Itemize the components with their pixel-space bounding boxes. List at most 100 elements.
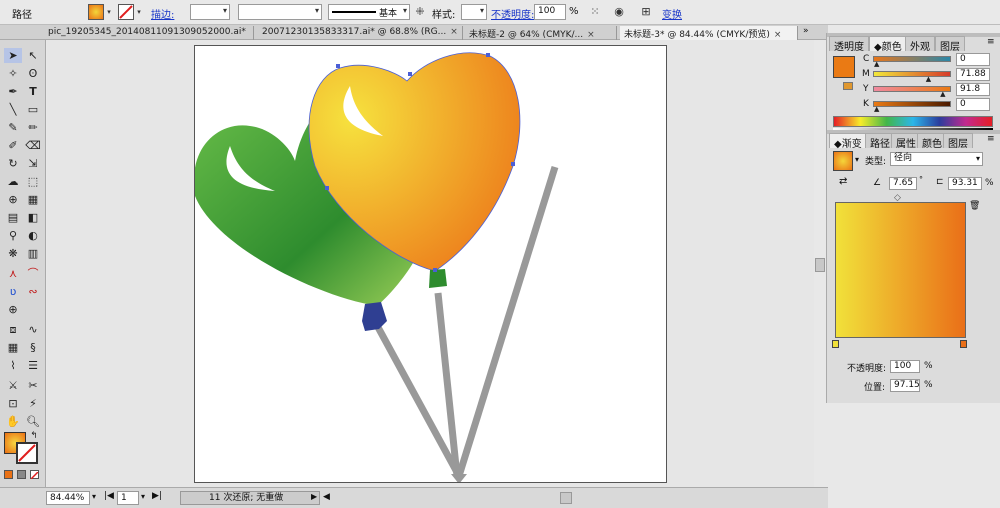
color-spectrum-ramp[interactable]: [833, 116, 993, 127]
gradient-angle-field[interactable]: 7.65: [889, 177, 917, 190]
shape-builder-tool-icon[interactable]: ⊕: [4, 192, 22, 207]
column-graph-tool-icon[interactable]: ▥: [24, 246, 42, 261]
recolor-icon[interactable]: ⁜: [413, 4, 427, 20]
gradient-stop-start[interactable]: [832, 340, 839, 348]
list-tool-icon[interactable]: ☰: [24, 358, 42, 373]
selection-tool-icon[interactable]: ➤: [4, 48, 22, 63]
trash-icon[interactable]: 🗑︎: [969, 201, 980, 211]
transform-grid-icon[interactable]: ⊞: [636, 4, 656, 20]
none-mode-icon[interactable]: [30, 470, 39, 480]
opacity-link[interactable]: 不透明度:: [491, 6, 534, 21]
yellow-slider[interactable]: ▲: [873, 86, 951, 98]
tab-document-3[interactable]: 未标题-2 @ 64% (CMYK/... ×: [465, 26, 617, 40]
reverse-gradient-icon[interactable]: ⇄: [839, 176, 847, 187]
variable-width-field[interactable]: ▾: [238, 4, 322, 20]
paintbrush-tool-icon[interactable]: ✎: [4, 120, 22, 135]
stop-location-field[interactable]: 97.15: [890, 379, 920, 392]
horizontal-scrollbar-thumb[interactable]: [560, 492, 572, 504]
tab-gradient[interactable]: ◆渐变: [829, 133, 867, 150]
stroke-weight-field[interactable]: ▾: [190, 4, 230, 20]
out-of-gamut-icon[interactable]: [843, 82, 853, 90]
scissors-tool-icon[interactable]: ✂: [24, 378, 42, 393]
knife-tool-icon[interactable]: ⚡: [24, 396, 42, 411]
blob-brush-tool-icon[interactable]: ✐: [4, 138, 22, 153]
tab-transparency[interactable]: 透明度: [829, 36, 869, 53]
artboard[interactable]: [193, 45, 667, 484]
hand-tool-icon[interactable]: ✋: [4, 414, 22, 429]
scroll-left-icon[interactable]: ◀: [323, 492, 330, 502]
black-value-field[interactable]: 0: [956, 98, 990, 111]
magenta-slider[interactable]: ▲: [873, 71, 951, 83]
slider-marker-icon[interactable]: ▲: [926, 76, 931, 83]
anchor-point[interactable]: [325, 186, 329, 190]
curve-tool-icon[interactable]: ⌒: [24, 266, 42, 281]
anchor-tool-icon[interactable]: ⋏: [4, 266, 22, 281]
direct-selection-tool-icon[interactable]: ↖: [24, 48, 42, 63]
slider-marker-icon[interactable]: ▲: [874, 106, 879, 113]
symbol-sprayer-tool-icon[interactable]: ❋: [4, 246, 22, 261]
warp-tool-icon[interactable]: ☁: [4, 174, 22, 189]
tab-appearance[interactable]: 外观: [905, 36, 935, 53]
swap-colors-icon[interactable]: ↰: [28, 429, 40, 444]
tab-overflow-icon[interactable]: »: [803, 26, 809, 36]
stroke-dropdown-icon[interactable]: ▾: [135, 4, 143, 20]
artboard-number-field[interactable]: 1: [117, 491, 139, 505]
black-slider[interactable]: ▲: [873, 101, 951, 113]
distort-tool-icon[interactable]: §: [24, 340, 42, 355]
eyedropper-tool-icon[interactable]: ⚲: [4, 228, 22, 243]
cyan-value-field[interactable]: 0: [956, 53, 990, 66]
slice-tool-icon[interactable]: ⚔: [4, 378, 22, 393]
zoom-field[interactable]: 84.44%: [46, 491, 90, 505]
gradient-annotator-preview[interactable]: [835, 202, 966, 338]
panel-menu-icon[interactable]: ≡: [987, 37, 995, 47]
fill-swatch[interactable]: [88, 4, 104, 20]
tab-layers[interactable]: 图层: [935, 36, 965, 53]
gradient-stop-end[interactable]: [960, 340, 967, 348]
panel-menu-icon[interactable]: ≡: [987, 134, 995, 144]
style-field[interactable]: ▾: [461, 4, 487, 20]
tab-document-2[interactable]: 20071230135833317.ai* @ 68.8% (RG... ×: [258, 26, 463, 40]
chevron-down-icon[interactable]: ▾: [141, 492, 145, 501]
anchor-point[interactable]: [486, 53, 490, 57]
anchor-point[interactable]: [511, 162, 515, 166]
gradient-mode-icon[interactable]: [17, 470, 26, 479]
envelope-tool-icon[interactable]: ∿: [24, 322, 42, 337]
color-mode-icon[interactable]: [4, 470, 13, 479]
magic-wand-tool-icon[interactable]: ✧: [4, 66, 22, 81]
anchor-point[interactable]: [433, 268, 437, 272]
chevron-down-icon[interactable]: ▾: [92, 492, 96, 501]
next-artboard-icon[interactable]: ▶|: [152, 491, 162, 501]
anchor-point[interactable]: [408, 72, 412, 76]
tab-layers-2[interactable]: 图层: [943, 133, 973, 150]
stop-opacity-field[interactable]: 100: [890, 360, 920, 373]
transform-link[interactable]: 变换: [662, 6, 682, 21]
status-menu-icon[interactable]: ▶: [311, 492, 317, 501]
pencil-tool-icon[interactable]: ✏: [24, 120, 42, 135]
artboard-tool-icon[interactable]: ⊡: [4, 396, 22, 411]
live-paint-tool-icon[interactable]: ▦: [24, 192, 42, 207]
color-fill-swatch[interactable]: [833, 56, 855, 78]
globe-icon[interactable]: ◉: [610, 4, 628, 20]
zoom-tool-icon[interactable]: 🔍︎: [24, 414, 42, 429]
chevron-down-icon[interactable]: ▾: [855, 155, 859, 164]
eraser-tool-icon[interactable]: ⌫: [24, 138, 42, 153]
free-transform-tool-icon[interactable]: ⬚: [24, 174, 42, 189]
rotate-tool-icon[interactable]: ↻: [4, 156, 22, 171]
cyan-slider[interactable]: ▲: [873, 56, 951, 68]
grid-tool-icon[interactable]: ▦: [4, 340, 22, 355]
tab-document-1[interactable]: pic_19205345_20140811091309052000.ai*: [44, 26, 254, 40]
close-icon[interactable]: ×: [450, 27, 458, 37]
anchor-point[interactable]: [336, 64, 340, 68]
convert-anchor-tool-icon[interactable]: ʋ: [4, 284, 22, 299]
stroke-swatch[interactable]: [118, 4, 134, 20]
brush-preset-field[interactable]: 基本 ▾: [328, 4, 410, 20]
gradient-tool-icon[interactable]: ◧: [24, 210, 42, 225]
slider-marker-icon[interactable]: ▲: [940, 91, 945, 98]
gradient-aspect-field[interactable]: 93.31: [948, 177, 982, 190]
magenta-value-field[interactable]: 71.88: [956, 68, 990, 81]
tab-document-4[interactable]: 未标题-3* @ 84.44% (CMYK/预览) ×: [620, 26, 798, 40]
gradient-type-select[interactable]: 径向 ▾: [890, 152, 983, 166]
close-icon[interactable]: ×: [587, 30, 595, 40]
lasso-tool-icon[interactable]: ʘ: [24, 66, 42, 81]
gradient-preview-swatch[interactable]: [833, 151, 853, 171]
